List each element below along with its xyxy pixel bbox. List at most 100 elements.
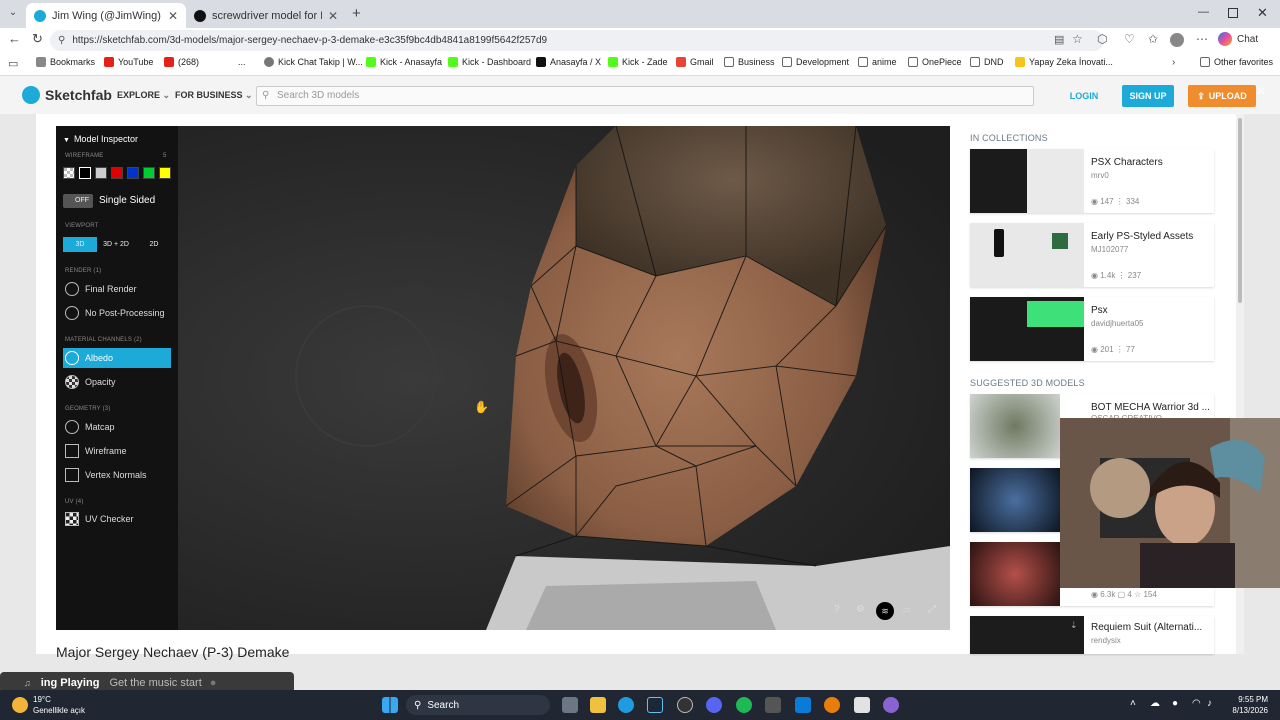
- discord-icon[interactable]: [706, 697, 722, 713]
- chevron-right-icon[interactable]: ›: [1172, 57, 1175, 68]
- bookmark-item[interactable]: Anasayfa / X: [536, 57, 601, 67]
- bookmark-item[interactable]: YouTube: [104, 57, 153, 67]
- vscode-icon[interactable]: [795, 697, 811, 713]
- bookmark-item[interactable]: Development: [782, 57, 849, 67]
- taskbar-search[interactable]: ⚲ Search: [406, 695, 550, 715]
- obs-icon[interactable]: [677, 697, 693, 713]
- github-desktop-icon[interactable]: [883, 697, 899, 713]
- back-arrow-icon[interactable]: ←: [8, 31, 21, 46]
- bookmark-item[interactable]: Kick - Dashboard: [448, 57, 531, 67]
- download-icon[interactable]: ⇣: [1070, 620, 1078, 631]
- task-view-icon[interactable]: [562, 697, 578, 713]
- fullscreen-icon[interactable]: ⤢: [928, 604, 936, 615]
- edge-browser-icon[interactable]: [618, 697, 634, 713]
- wireframe-color-swatch[interactable]: [63, 167, 75, 179]
- viewport-2d-button[interactable]: 2D: [137, 237, 171, 252]
- roblox-studio-icon[interactable]: [854, 697, 870, 713]
- tab-tiktok[interactable]: screwdriver model for Roblox: first ✕: [186, 3, 346, 28]
- collection-card[interactable]: PSX Characters mrv0 ◉ 147 ⋮ 334: [970, 149, 1214, 213]
- bookmark-item[interactable]: Kick - Zade: [608, 57, 668, 67]
- browser-essentials-icon[interactable]: ♡: [1124, 32, 1135, 46]
- inspector-title[interactable]: ▼ Model Inspector: [63, 134, 138, 144]
- single-sided-toggle[interactable]: OFF: [63, 194, 93, 208]
- for-business-menu[interactable]: FOR BUSINESS ⌄: [175, 90, 253, 101]
- bookmark-item[interactable]: anime: [858, 57, 897, 67]
- help-icon[interactable]: ?: [834, 604, 840, 615]
- suggested-model-card[interactable]: Requiem Suit (Alternati... rendysix ⇣: [970, 616, 1214, 654]
- bookmark-item[interactable]: Business: [724, 57, 775, 67]
- viewport-3d-2d-button[interactable]: 3D + 2D: [99, 237, 133, 252]
- blender-icon[interactable]: [824, 697, 840, 713]
- copilot-chat-button[interactable]: Chat: [1218, 32, 1258, 46]
- albedo-option[interactable]: Albedo: [63, 348, 171, 368]
- favorite-star-icon[interactable]: ☆: [1072, 32, 1083, 46]
- sketchfab-logo[interactable]: Sketchfab: [22, 86, 112, 104]
- tray-chevron-icon[interactable]: ˄: [1130, 698, 1136, 709]
- steam-icon[interactable]: [647, 697, 663, 713]
- bookmark-item[interactable]: DND: [970, 57, 1004, 67]
- start-windows-icon[interactable]: [382, 697, 398, 713]
- wireframe-color-swatch[interactable]: [79, 167, 91, 179]
- spotify-icon[interactable]: [736, 697, 752, 713]
- tray-cloud-icon[interactable]: ☁: [1150, 698, 1160, 709]
- close-tab-icon[interactable]: ✕: [168, 9, 178, 23]
- profile-avatar[interactable]: [1170, 33, 1184, 47]
- viewport-3d-button[interactable]: 3D: [63, 237, 97, 252]
- scrollbar-thumb[interactable]: [1238, 118, 1242, 303]
- settings-gear-icon[interactable]: ⚙: [856, 604, 865, 615]
- weather-widget[interactable]: 19°C Genellikle açık: [12, 694, 85, 716]
- bookmark-item[interactable]: Bookmarks: [36, 57, 95, 67]
- vr-icon[interactable]: ⌓: [903, 604, 911, 615]
- 3d-viewer[interactable]: ✋: [56, 126, 950, 630]
- tab-sketchfab[interactable]: Jim Wing (@JimWing) - Sketchfab ✕: [26, 3, 186, 28]
- no-post-processing-option[interactable]: No Post-Processing: [63, 303, 171, 323]
- bookmark-item[interactable]: Yapay Zeka İnovati...: [1015, 57, 1113, 67]
- opacity-option[interactable]: Opacity: [63, 372, 171, 392]
- extensions-icon[interactable]: ⬡: [1097, 32, 1107, 46]
- tray-wifi-icon[interactable]: ◠: [1192, 698, 1201, 709]
- uv-checker-option[interactable]: UV Checker: [63, 509, 171, 529]
- collection-card[interactable]: Psx davidjhuerta05 ◉ 201 ⋮ 77: [970, 297, 1214, 361]
- final-render-option[interactable]: Final Render: [63, 279, 171, 299]
- wireframe-option[interactable]: Wireframe: [63, 441, 171, 461]
- close-window-button[interactable]: ✕: [1257, 5, 1268, 21]
- file-explorer-icon[interactable]: [590, 697, 606, 713]
- minimize-button[interactable]: —: [1198, 6, 1209, 18]
- tray-volume-icon[interactable]: ♪: [1207, 698, 1212, 709]
- reading-mode-icon[interactable]: ▤: [1054, 33, 1064, 46]
- unity-icon[interactable]: [765, 697, 781, 713]
- bookmark-item[interactable]: Kick Chat Takip | W...: [264, 57, 363, 67]
- collection-card[interactable]: Early PS-Styled Assets MJ102077 ◉ 1.4k ⋮…: [970, 223, 1214, 287]
- bookmark-item[interactable]: OnePiece: [908, 57, 962, 67]
- reload-icon[interactable]: ↻: [32, 31, 43, 47]
- url-field[interactable]: ⚲ https://sketchfab.com/3d-models/major-…: [50, 30, 1104, 51]
- clock[interactable]: 9:55 PM 8/13/2026: [1226, 694, 1268, 716]
- wireframe-color-swatch[interactable]: [111, 167, 123, 179]
- sidebar-toggle-icon[interactable]: ▭: [8, 57, 18, 70]
- upload-button[interactable]: ⇪ UPLOAD: [1188, 85, 1256, 107]
- tray-mic-icon[interactable]: ●: [1172, 698, 1178, 709]
- wireframe-color-swatch[interactable]: [95, 167, 107, 179]
- maximize-button[interactable]: [1228, 8, 1238, 18]
- bookmark-item[interactable]: (268): [164, 57, 199, 67]
- bookmark-item[interactable]: Gmail: [676, 57, 714, 67]
- login-button[interactable]: LOGIN: [1060, 85, 1108, 107]
- bookmark-item[interactable]: ...: [238, 57, 246, 67]
- close-tab-icon[interactable]: ✕: [328, 9, 338, 23]
- bookmark-item[interactable]: Kick - Anasayfa: [366, 57, 442, 67]
- signup-button[interactable]: SIGN UP: [1122, 85, 1174, 107]
- close-modal-icon[interactable]: ✕: [1256, 84, 1266, 98]
- favorites-icon[interactable]: ✩: [1148, 32, 1158, 46]
- wireframe-color-swatch[interactable]: [159, 167, 171, 179]
- vertex-normals-option[interactable]: Vertex Normals: [63, 465, 171, 485]
- wireframe-color-swatch[interactable]: [143, 167, 155, 179]
- explore-menu[interactable]: EXPLORE ⌄: [117, 90, 170, 101]
- new-tab-button[interactable]: +: [352, 5, 361, 22]
- wireframe-color-swatch[interactable]: [127, 167, 139, 179]
- more-menu-icon[interactable]: ⋯: [1196, 32, 1208, 46]
- model-inspector-icon[interactable]: ≋: [876, 602, 894, 620]
- site-info-icon[interactable]: ⚲: [58, 35, 65, 46]
- tab-list-chevron-icon[interactable]: ⌄: [6, 7, 20, 21]
- matcap-option[interactable]: Matcap: [63, 417, 171, 437]
- other-favorites[interactable]: Other favorites: [1200, 57, 1273, 67]
